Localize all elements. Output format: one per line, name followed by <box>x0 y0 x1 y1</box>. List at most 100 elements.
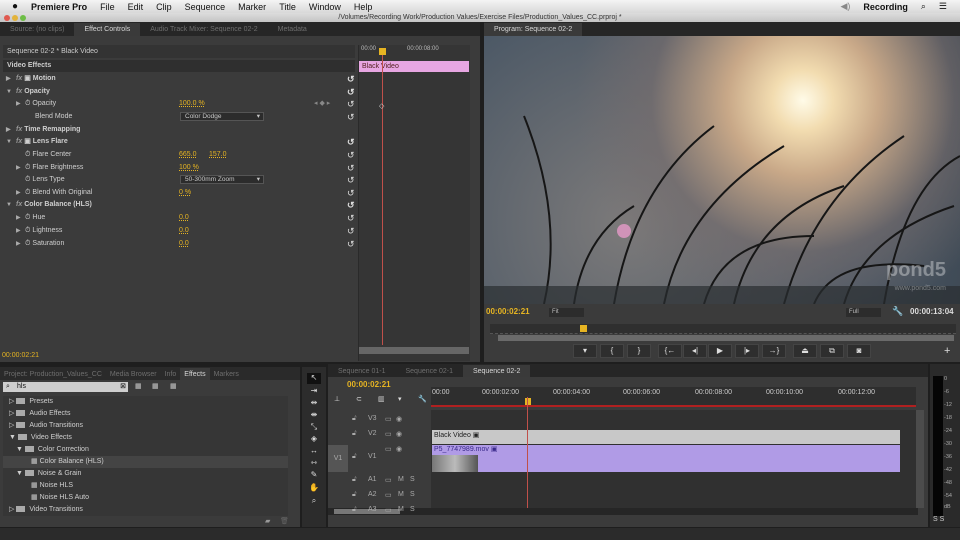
rate-stretch-tool-icon[interactable]: ⤡ <box>307 422 321 433</box>
tree-color-balance-hls[interactable]: ▦ Color Balance (HLS) <box>3 456 288 468</box>
volume-icon[interactable]: ◀) <box>840 1 850 12</box>
effect-color-balance-hls[interactable]: ▼ fx Color Balance (HLS) ↺ <box>4 199 355 211</box>
lift-button[interactable]: ⏏ <box>793 344 817 358</box>
sync-lock-icon[interactable]: ▭ <box>385 430 392 438</box>
menu-window[interactable]: Window <box>309 2 341 12</box>
tree-noise-hls-auto[interactable]: ▦ Noise HLS Auto <box>31 492 89 504</box>
tree-video-transitions[interactable]: ▷ Video Transitions <box>9 504 83 516</box>
accelerated-effects-icon[interactable]: ▦ <box>135 382 142 390</box>
effect-controls-timecode[interactable]: 00:00:02:21 <box>2 352 39 359</box>
lock-icon[interactable]: 🔓︎ <box>352 476 357 484</box>
tree-noise-grain[interactable]: ▼ Noise & Grain <box>16 468 81 480</box>
menu-edit[interactable]: Edit <box>128 2 144 12</box>
timeline-timecode[interactable]: 00:00:02:21 <box>347 380 391 389</box>
solo-button[interactable]: S <box>410 491 415 498</box>
eye-icon[interactable]: ◉ <box>396 445 402 453</box>
reset-icon[interactable]: ↺ <box>347 225 355 237</box>
tab-source[interactable]: Source: (no clips) <box>0 23 74 36</box>
tree-presets[interactable]: ▷ Presets <box>9 396 53 408</box>
zoom-window-button[interactable] <box>20 14 26 21</box>
32bit-effects-icon[interactable]: ▦ <box>152 382 159 390</box>
step-back-button[interactable]: ◂| <box>683 344 707 358</box>
reset-icon[interactable]: ↺ <box>347 174 355 186</box>
clip-movie[interactable]: P5_7747989.mov ▣ <box>432 445 900 472</box>
lightness-value[interactable]: 0.0 <box>179 225 189 237</box>
step-forward-button[interactable]: |▸ <box>735 344 759 358</box>
hand-tool-icon[interactable]: ✋ <box>307 483 321 494</box>
mute-button[interactable]: M <box>398 476 404 483</box>
stopwatch-icon[interactable]: ⏱ <box>25 189 30 196</box>
sync-lock-icon[interactable]: ▭ <box>385 445 392 453</box>
go-to-in-button[interactable]: {← <box>658 344 682 358</box>
sync-lock-icon[interactable]: ▭ <box>385 491 392 499</box>
effect-opacity[interactable]: ▼ fx Opacity ↺ <box>4 86 355 98</box>
tree-color-correction[interactable]: ▼ Color Correction <box>16 444 89 456</box>
lock-icon[interactable]: 🔓︎ <box>352 453 357 461</box>
tree-audio-transitions[interactable]: ▷ Audio Transitions <box>9 420 83 432</box>
effect-time-remapping[interactable]: ▶ fx Time Remapping <box>4 124 344 136</box>
menu-marker[interactable]: Marker <box>238 2 266 12</box>
apple-icon[interactable]: ● <box>12 1 18 12</box>
reset-icon[interactable]: ↺ <box>347 136 355 148</box>
flare-brightness-value[interactable]: 100 % <box>179 162 199 174</box>
spotlight-search-icon[interactable]: ⌕ <box>921 1 926 12</box>
mute-button[interactable]: M <box>398 491 404 498</box>
mini-timeline-scrollbar[interactable] <box>359 347 469 354</box>
playhead-marker[interactable] <box>379 48 386 55</box>
stopwatch-icon[interactable]: ⏱ <box>25 227 30 234</box>
linked-selection-icon[interactable]: ⊂ <box>356 395 362 403</box>
keyframe-icon[interactable]: ◇ <box>379 102 384 110</box>
tree-audio-effects[interactable]: ▷ Audio Effects <box>9 408 70 420</box>
selection-tool-icon[interactable]: ↖ <box>307 373 321 384</box>
opacity-value[interactable]: 100.0 % <box>179 98 205 110</box>
program-playhead[interactable] <box>580 325 587 332</box>
export-frame-button[interactable]: ◙ <box>847 344 871 358</box>
reset-icon[interactable]: ↺ <box>347 111 355 123</box>
effect-mini-timeline[interactable]: 00:00 00:00:08:00 Black Video ◇ <box>358 45 470 361</box>
menu-title[interactable]: Title <box>279 2 296 12</box>
solo-button[interactable]: S <box>410 506 415 513</box>
timeline-playhead[interactable] <box>525 398 531 405</box>
program-video-frame[interactable]: pond5 www.pond5.com <box>484 36 960 304</box>
tab-program[interactable]: Program: Sequence 02-2 <box>484 23 583 36</box>
effect-motion[interactable]: ▶ fx ▣ Motion ↺ <box>4 73 355 85</box>
new-bin-icon[interactable]: ▰ <box>265 517 270 525</box>
lock-icon[interactable]: 🔓︎ <box>352 506 357 514</box>
zoom-fit-dropdown[interactable]: Fit <box>549 308 584 317</box>
reset-icon[interactable]: ↺ <box>347 98 355 110</box>
lock-icon[interactable]: 🔓︎ <box>352 430 357 438</box>
extract-button[interactable]: ⧉ <box>820 344 844 358</box>
flare-center-y[interactable]: 157.0 <box>209 149 227 161</box>
eye-icon[interactable]: ◉ <box>396 430 402 438</box>
playback-resolution-dropdown[interactable]: Full <box>846 308 881 317</box>
timeline-vertical-scrollbar[interactable] <box>916 410 924 508</box>
rolling-edit-tool-icon[interactable]: ⇼ <box>307 410 321 421</box>
tree-video-effects[interactable]: ▼ Video Effects <box>9 432 72 444</box>
source-patch-v1[interactable]: V1 <box>328 445 348 472</box>
program-zoom-scrollbar[interactable] <box>498 335 954 341</box>
snap-icon[interactable]: ⊥ <box>334 395 340 403</box>
lens-type-dropdown[interactable]: 50-300mm Zoom <box>180 175 264 184</box>
mini-clip-black-video[interactable]: Black Video <box>359 61 469 72</box>
blend-mode-dropdown[interactable]: Color Dodge <box>180 112 264 121</box>
mute-button[interactable]: M <box>398 506 404 513</box>
reset-icon[interactable]: ↺ <box>347 199 355 211</box>
zoom-tool-icon[interactable]: ⌕ <box>307 496 321 507</box>
track-select-tool-icon[interactable]: ⇥ <box>307 386 321 397</box>
sync-lock-icon[interactable]: ▭ <box>385 476 392 484</box>
reset-icon[interactable]: ↺ <box>347 187 355 199</box>
wrench-settings-icon[interactable]: 🔧 <box>892 306 903 317</box>
notification-list-icon[interactable]: ☰ <box>939 1 947 12</box>
minimize-window-button[interactable] <box>12 14 18 21</box>
marker-icon[interactable]: ▾ <box>398 395 402 403</box>
stopwatch-icon[interactable]: ⏱ <box>25 214 30 221</box>
pen-tool-icon[interactable]: ✎ <box>307 470 321 481</box>
delete-icon[interactable]: 🗑 <box>280 517 289 525</box>
reset-icon[interactable]: ↺ <box>347 162 355 174</box>
tab-audio-track-mixer[interactable]: Audio Track Mixer: Sequence 02-2 <box>140 23 267 36</box>
flare-center-x[interactable]: 665.0 <box>179 149 197 161</box>
sync-lock-icon[interactable]: ▭ <box>385 506 392 514</box>
user-name[interactable]: Recording <box>863 2 908 12</box>
menu-sequence[interactable]: Sequence <box>185 2 226 12</box>
slip-tool-icon[interactable]: ↔ <box>307 446 321 457</box>
